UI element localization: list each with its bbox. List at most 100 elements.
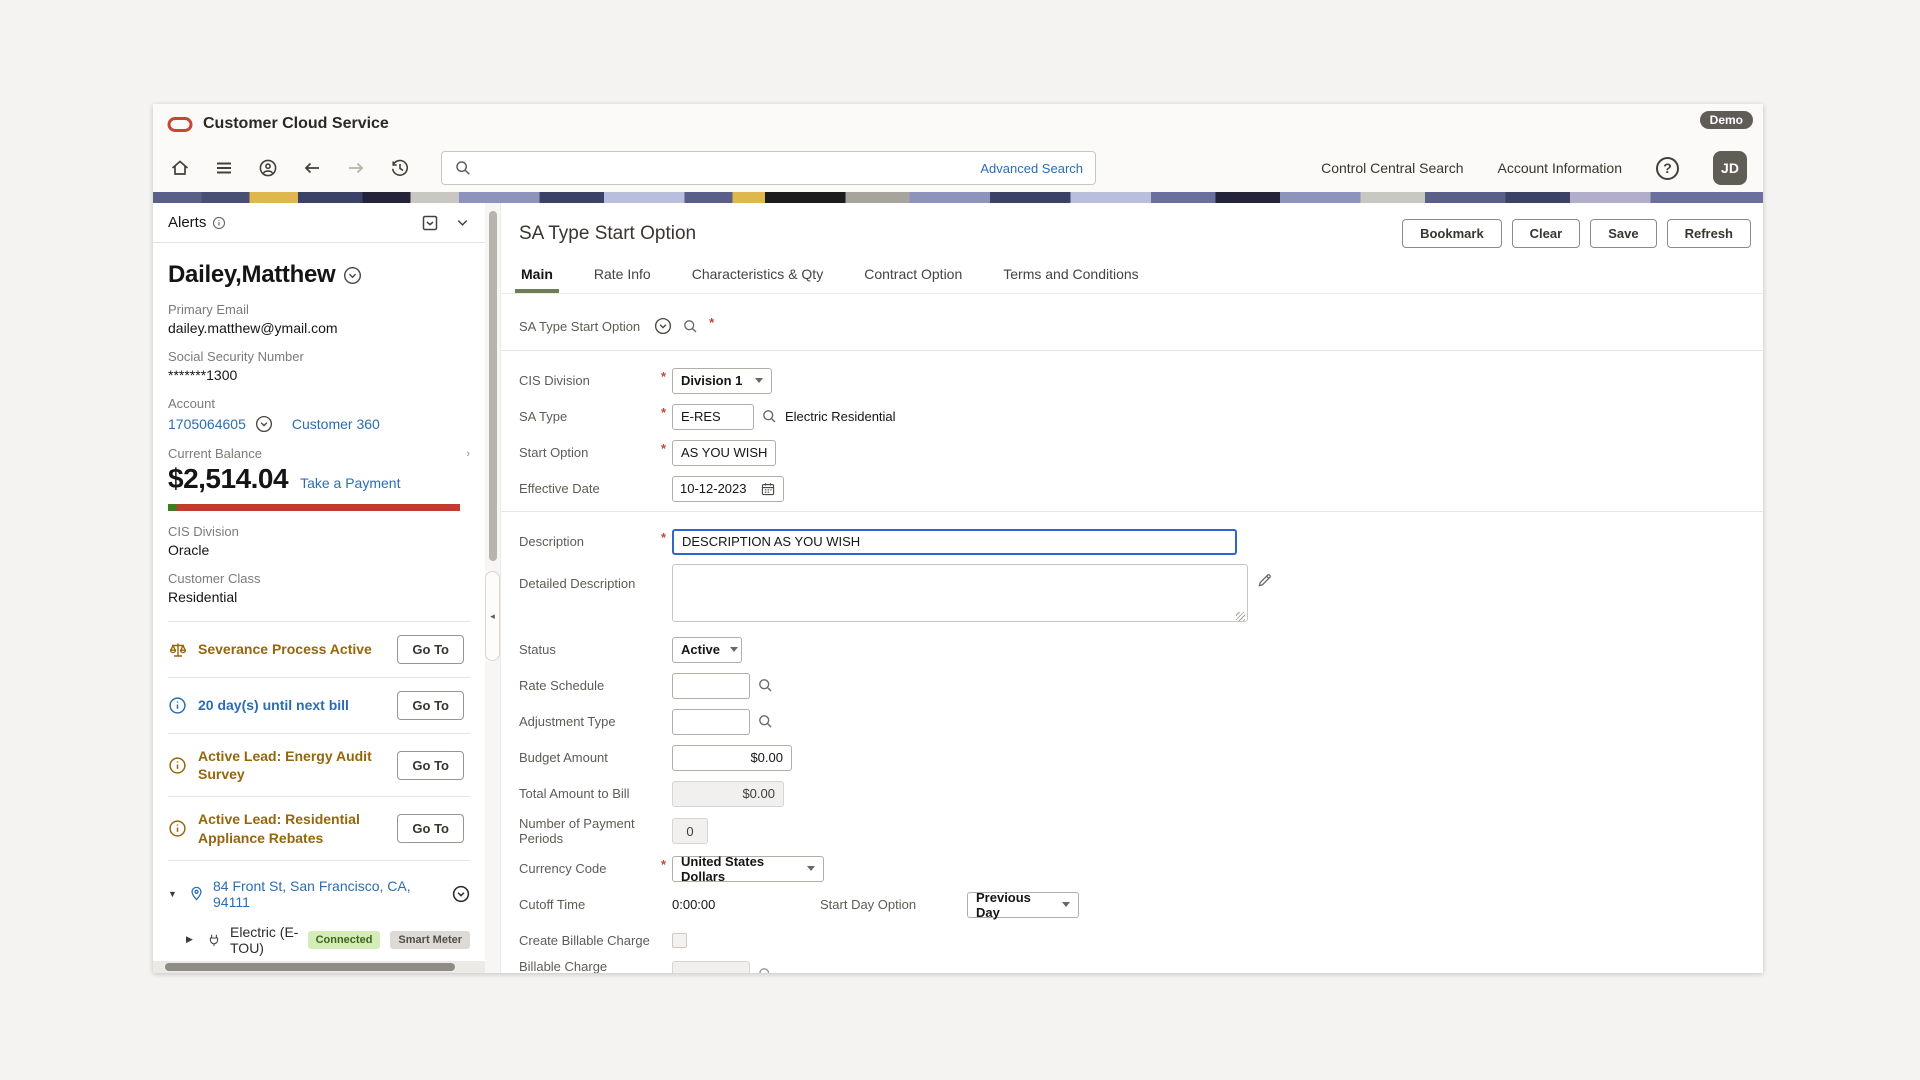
rate-schedule-input[interactable] (672, 673, 750, 699)
customer-class-label: Customer Class (168, 571, 470, 586)
home-icon[interactable] (169, 157, 191, 179)
start-option-input[interactable] (672, 440, 776, 466)
menu-icon[interactable] (213, 157, 235, 179)
field-label: Rate Schedule (519, 678, 661, 693)
field-label: Create Billable Charge (519, 933, 661, 948)
history-icon[interactable] (389, 157, 411, 179)
contact-icon[interactable] (257, 157, 279, 179)
adjustment-type-search-icon[interactable] (757, 713, 774, 730)
description-input[interactable] (672, 529, 1237, 555)
tab-main[interactable]: Main (519, 258, 555, 293)
user-avatar[interactable]: JD (1713, 151, 1747, 185)
field-label: CIS Division (519, 373, 661, 388)
field-label: Description (519, 534, 661, 549)
detailed-description-row: Detailed Description (519, 564, 1749, 627)
account-expand-icon[interactable] (255, 415, 273, 433)
currency-code-select[interactable]: United States Dollars (672, 856, 824, 882)
detailed-description-textarea[interactable] (672, 564, 1248, 622)
customer-360-link[interactable]: Customer 360 (292, 416, 380, 432)
billable-charge-template-search-icon[interactable] (757, 966, 774, 974)
control-central-search-link[interactable]: Control Central Search (1321, 160, 1463, 176)
take-a-payment-link[interactable]: Take a Payment (300, 475, 400, 491)
required-marker: * (661, 857, 672, 872)
forward-icon[interactable] (345, 157, 367, 179)
search-icon (454, 159, 472, 177)
tab-rate-info[interactable]: Rate Info (592, 258, 653, 293)
tab-contract-option[interactable]: Contract Option (862, 258, 964, 293)
info-icon (168, 696, 198, 715)
panel-select-icon[interactable] (421, 214, 439, 232)
band-expand-icon[interactable] (654, 317, 672, 335)
adjustment-type-input[interactable] (672, 709, 750, 735)
plug-icon (206, 932, 222, 948)
go-to-button[interactable]: Go To (397, 691, 464, 720)
alerts-info-icon[interactable] (212, 216, 226, 230)
panel-collapse-chevron-icon[interactable] (455, 215, 470, 230)
advanced-search-link[interactable]: Advanced Search (980, 161, 1083, 176)
search-input[interactable] (480, 160, 972, 176)
payment-periods-row: Number of Payment Periods (519, 816, 1749, 846)
sa-type-input[interactable] (672, 404, 754, 430)
field-label: Total Amount to Bill (519, 786, 661, 801)
field-label: Billable Charge Template (519, 959, 661, 973)
edit-pencil-icon[interactable] (1256, 564, 1273, 589)
required-marker: * (661, 405, 672, 420)
customer-expand-icon[interactable] (343, 266, 362, 285)
horizontal-scroll-thumb[interactable] (165, 963, 455, 971)
effective-date-input[interactable] (680, 481, 752, 496)
cis-division-select[interactable]: Division 1 (672, 368, 772, 394)
alert-row: Active Lead: Energy Audit Survey Go To (168, 734, 470, 797)
field-label: SA Type (519, 409, 661, 424)
save-button[interactable]: Save (1590, 219, 1656, 248)
required-marker: * (709, 315, 720, 330)
go-to-button[interactable]: Go To (397, 635, 464, 664)
sidebar-collapse-handle[interactable]: ◂ (485, 571, 500, 661)
caret-down-icon[interactable]: ▼ (168, 889, 180, 899)
premise-expand-icon[interactable] (452, 885, 470, 903)
resize-grip[interactable] (1236, 612, 1245, 621)
smart-meter-badge: Smart Meter (390, 931, 470, 949)
premise-address-link[interactable]: 84 Front St, San Francisco, CA, 94111 (213, 878, 444, 910)
primary-email-value: dailey.matthew@ymail.com (168, 320, 470, 336)
status-select[interactable]: Active (672, 637, 742, 663)
go-to-button[interactable]: Go To (397, 751, 464, 780)
oracle-logo-icon (167, 116, 193, 133)
go-to-button[interactable]: Go To (397, 814, 464, 843)
dropdown-caret-icon (1062, 902, 1070, 907)
main-form: SA Type Start Option * CIS Division * Di… (501, 294, 1763, 973)
back-icon[interactable] (301, 157, 323, 179)
help-icon[interactable]: ? (1656, 157, 1679, 180)
account-information-link[interactable]: Account Information (1497, 160, 1622, 176)
alert-row: Active Lead: Residential Appliance Rebat… (168, 797, 470, 860)
field-label: Start Option (519, 445, 661, 460)
rate-schedule-search-icon[interactable] (757, 677, 774, 694)
refresh-button[interactable]: Refresh (1667, 219, 1751, 248)
start-day-option-select[interactable]: Previous Day (967, 892, 1079, 918)
location-pin-icon (188, 885, 205, 902)
field-label: Start Day Option (820, 897, 967, 912)
required-marker: * (661, 441, 672, 456)
tab-characteristics-qty[interactable]: Characteristics & Qty (690, 258, 825, 293)
alert-row: Severance Process Active Go To (168, 622, 470, 678)
clear-button[interactable]: Clear (1512, 219, 1581, 248)
alerts-header: Alerts (153, 203, 485, 243)
sa-type-search-icon[interactable] (761, 408, 778, 425)
rate-schedule-row: Rate Schedule (519, 672, 1749, 699)
tab-terms-conditions[interactable]: Terms and Conditions (1001, 258, 1140, 293)
adjustment-type-row: Adjustment Type (519, 708, 1749, 735)
bookmark-button[interactable]: Bookmark (1402, 219, 1502, 248)
account-number-link[interactable]: 1705064605 (168, 416, 246, 432)
alerts-list: Severance Process Active Go To 20 day(s)… (168, 621, 470, 861)
total-amount-row: Total Amount to Bill (519, 780, 1749, 807)
page-title: SA Type Start Option (519, 223, 696, 245)
create-billable-charge-checkbox[interactable] (672, 933, 687, 948)
alert-row: 20 day(s) until next bill Go To (168, 678, 470, 734)
band-search-icon[interactable] (682, 318, 699, 335)
budget-amount-input[interactable] (672, 745, 792, 771)
vertical-scroll-thumb[interactable] (489, 211, 497, 561)
alerts-sidebar: Alerts Dailey,Matthew (153, 203, 485, 973)
start-option-row: Start Option * (519, 439, 1749, 466)
caret-right-icon[interactable]: ▶ (186, 934, 198, 945)
toolbar: Advanced Search Control Central Search A… (153, 144, 1763, 192)
calendar-icon[interactable] (760, 481, 776, 497)
